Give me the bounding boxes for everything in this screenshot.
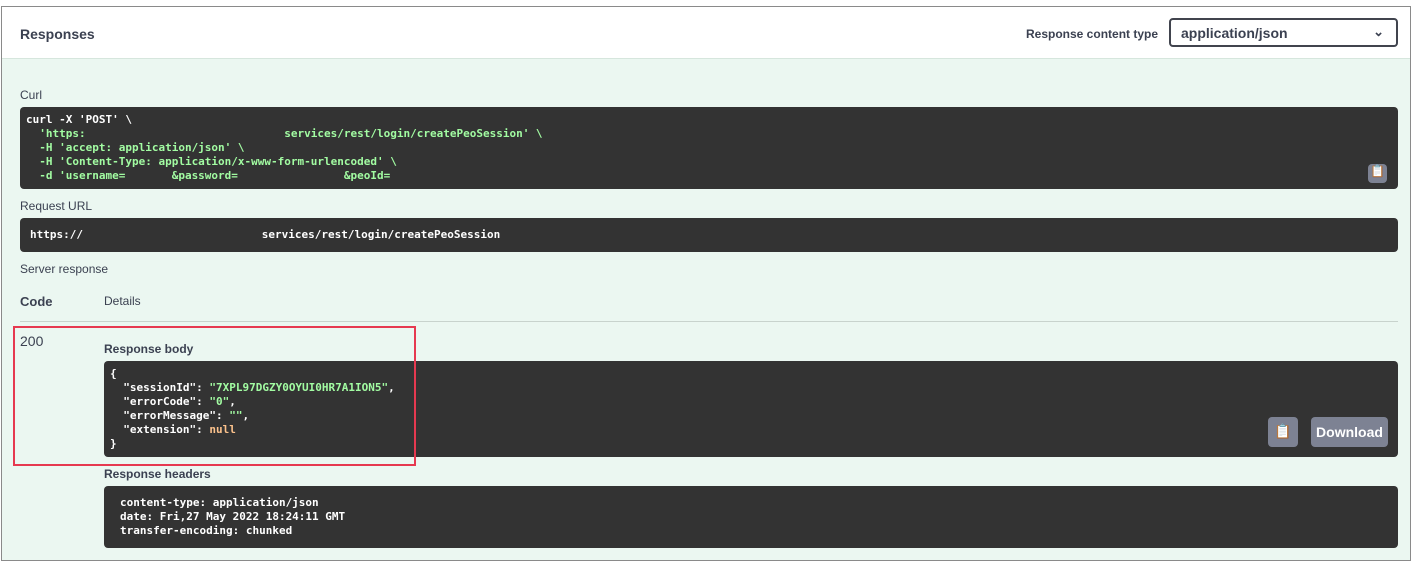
curl-block: curl -X 'POST' \ 'https: services/rest/l… xyxy=(20,107,1398,189)
header-line: date: Fri,27 May 2022 18:24:11 GMT xyxy=(120,510,346,523)
request-url-value: https:// services/rest/login/createPeoSe… xyxy=(30,228,501,241)
curl-line: -d 'username= &password= &peoId= xyxy=(26,169,391,182)
content-type-select[interactable]: application/json ⌄ xyxy=(1169,18,1398,47)
request-url-block: https:// services/rest/login/createPeoSe… xyxy=(20,218,1398,252)
details-header: Details xyxy=(104,294,141,308)
highlight-box xyxy=(13,326,416,466)
response-headers-block: content-type: application/json date: Fri,… xyxy=(104,486,1398,548)
download-button[interactable]: Download xyxy=(1311,417,1388,447)
request-url-label: Request URL xyxy=(20,199,93,213)
chevron-down-icon: ⌄ xyxy=(1373,24,1384,39)
content-type-label: Response content type xyxy=(1026,27,1159,41)
code-header: Code xyxy=(20,294,53,309)
divider xyxy=(20,321,1398,322)
copy-icon[interactable]: 📋 xyxy=(1268,417,1298,447)
curl-line: -H 'accept: application/json' \ xyxy=(26,141,245,154)
curl-line: curl -X 'POST' \ xyxy=(26,113,132,126)
curl-label: Curl xyxy=(20,88,43,102)
curl-line: -H 'Content-Type: application/x-www-form… xyxy=(26,155,397,168)
server-response-label: Server response xyxy=(20,262,109,276)
responses-header: Responses Response content type applicat… xyxy=(2,7,1410,59)
copy-icon[interactable]: 📋 xyxy=(1368,164,1387,183)
responses-panel: Responses Response content type applicat… xyxy=(1,6,1411,561)
curl-line: 'https: services/rest/login/createPeoSes… xyxy=(26,127,543,140)
header-line: transfer-encoding: chunked xyxy=(120,524,293,537)
content-type-value: application/json xyxy=(1181,25,1288,41)
response-headers-label: Response headers xyxy=(104,467,211,481)
header-line: content-type: application/json xyxy=(120,496,319,509)
responses-title: Responses xyxy=(20,26,95,42)
